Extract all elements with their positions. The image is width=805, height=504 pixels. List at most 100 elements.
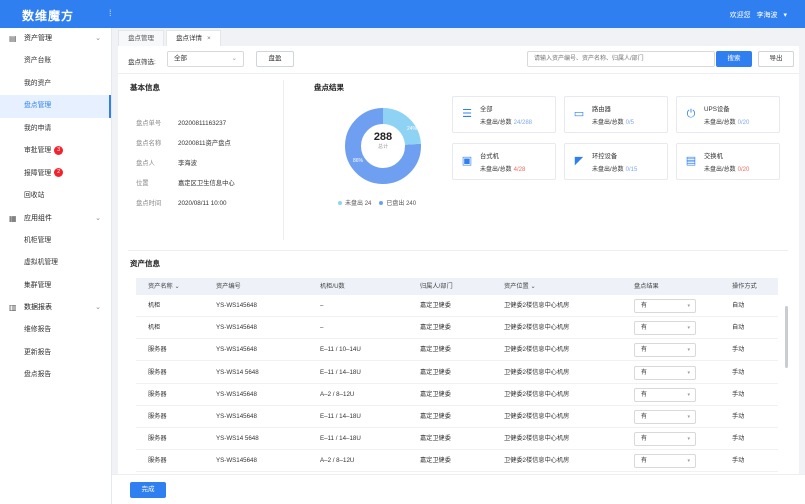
table-header-cell[interactable]: 资产名称 ⌄ [148, 278, 180, 295]
sidebar-item[interactable]: 更新报告 [0, 342, 111, 365]
table-cell: 卫健委2楼信息中心机房 [504, 324, 570, 332]
table-cell: 机柜 [148, 324, 161, 332]
done-button[interactable]: 完成 [130, 482, 166, 498]
result-select-value: 有 [641, 369, 648, 376]
switch-icon: ▤ [685, 155, 697, 167]
sidebar-item[interactable]: 我的申请 [0, 118, 111, 141]
sidebar-item[interactable]: 维修报告 [0, 319, 111, 342]
table-cell: 自动 [732, 302, 745, 309]
table-cell: – [320, 302, 324, 309]
table-cell: 手动 [732, 390, 745, 398]
stat-card-name: 台式机 [480, 153, 499, 160]
sidebar-item[interactable]: 回收站 [0, 185, 111, 208]
stat-card-value: 0/5 [625, 120, 635, 126]
sidebar-item[interactable]: 报障管理 2 [0, 163, 111, 186]
ups-plug-icon: ⏻ [686, 108, 696, 120]
table-row: 服务器 YS-WS145648 A–2 / 8–12U 嘉定卫健委 卫健委2楼信息中心机… [136, 450, 778, 473]
chevron-down-icon: ▾ [687, 303, 690, 309]
sidebar-item[interactable]: 盘点报告 [0, 364, 111, 387]
sidebar-group[interactable]: ▥ 数据报表 ⌄ [0, 297, 111, 319]
result-select-value: 有 [641, 414, 648, 420]
table-row: 服务器 YS-WS14 5648 E–11 / 14–18U 嘉定卫健委 卫健委2楼信息… [136, 362, 778, 384]
stat-card-value: 24/288 [513, 120, 533, 126]
basic-info-title: 基本信息 [130, 83, 160, 92]
table-cell: E–11 / 14–18U [320, 368, 361, 376]
result-select[interactable]: 有▾ [634, 454, 696, 469]
chevron-down-icon: ▾ [687, 458, 690, 465]
table-header-cell: 资产编号 [216, 283, 241, 290]
result-select[interactable]: 有▾ [634, 387, 696, 402]
stat-card[interactable]: ☰ 全部 未盘出/总数 24/288 [452, 96, 556, 133]
table-header-cell[interactable]: 资产位置 ⌄ [504, 278, 536, 295]
stat-card[interactable]: ⏻ UPS设备 未盘出/总数 0/20 [676, 96, 780, 133]
stat-card-name: UPS设备 [704, 106, 730, 113]
menu-collapse-icon[interactable]: ⁞ [109, 8, 112, 18]
table-cell: 嘉定卫健委 [420, 413, 451, 420]
stat-card[interactable]: ▤ 交换机 未盘出/总数 0/20 [676, 143, 780, 180]
sidebar-item[interactable]: 虚拟机管理 [0, 252, 111, 275]
done-pct-label: 86% [353, 158, 364, 164]
stat-card-name: 路由器 [592, 106, 611, 113]
sidebar-group[interactable]: ▦ 应用组件 ⌄ [0, 208, 111, 230]
legend-item: 已盘出 240 [379, 201, 416, 207]
sidebar-item-label: 回收站 [24, 192, 45, 199]
stat-card-prefix: 未盘出/总数 [704, 167, 736, 173]
sidebar-item-label: 我的申请 [24, 124, 52, 132]
info-value: 2020/08/11 10:00 [178, 200, 227, 207]
result-select-value: 有 [641, 436, 648, 443]
sidebar-item[interactable]: 盘点管理 [0, 95, 111, 118]
tab-item[interactable]: 盘点详情 × [166, 30, 221, 46]
table-cell: E–11 / 14–18U [320, 435, 361, 443]
total-label: 总计 [377, 144, 388, 150]
section-divider [128, 250, 788, 251]
result-select[interactable]: 有▾ [634, 321, 696, 336]
stat-card[interactable]: ▭ 路由器 未盘出/总数 0/5 [564, 96, 668, 133]
sidebar-item-label: 维修报告 [24, 326, 52, 333]
stat-card-prefix: 未盘出/总数 [480, 167, 512, 173]
sidebar-item[interactable]: 审批管理 3 [0, 140, 111, 163]
info-row: 位置 嘉定区卫生信息中心 [136, 178, 235, 190]
sidebar-item[interactable]: 我的资产 [0, 73, 111, 96]
search-input[interactable] [527, 51, 715, 67]
result-select[interactable]: 有▾ [634, 365, 696, 380]
sidebar-item-label: 集群管理 [24, 281, 52, 289]
result-select[interactable]: 有▾ [634, 410, 696, 424]
result-select[interactable]: 有▾ [634, 299, 696, 313]
sidebar-item[interactable]: 资产台账 [0, 50, 111, 73]
donut-center: 288 总计 [343, 131, 423, 150]
export-button[interactable]: 导出 [758, 51, 794, 67]
stat-card-name: 全部 [480, 106, 493, 113]
filter-select[interactable]: 全部 ⌄ [167, 51, 244, 67]
sidebar-item-label: 虚拟机管理 [24, 259, 58, 266]
sidebar-item[interactable]: 机柜管理 [0, 230, 111, 253]
table-scrollbar[interactable] [785, 306, 788, 368]
sidebar-group[interactable]: ▤ 资产管理 ⌄ [0, 28, 111, 50]
total-count: 288 [373, 131, 393, 143]
tab-item[interactable]: 盘点管理 [118, 30, 164, 46]
chevron-down-icon: ▾ [687, 369, 690, 376]
chevron-down-icon: ▾ [687, 436, 690, 443]
table-cell: 服务器 [148, 457, 167, 465]
app-component-icon: ▦ [9, 213, 17, 223]
filter-bar: 盘点筛选: 全部 ⌄ 盘盈 搜索 导出 [118, 46, 799, 74]
stat-card[interactable]: ◤ 环控设备 未盘出/总数 0/15 [564, 143, 668, 180]
table-header-cell: 归属人/部门 [420, 283, 453, 290]
search-button[interactable]: 搜索 [716, 51, 752, 67]
stat-card[interactable]: ▣ 台式机 未盘出/总数 4/28 [452, 143, 556, 180]
result-select[interactable]: 有▾ [634, 432, 696, 447]
stat-card-prefix: 未盘出/总数 [704, 120, 736, 126]
sidebar-item[interactable]: 集群管理 [0, 275, 111, 298]
table-cell: A–2 / 8–12U [320, 390, 355, 398]
close-icon[interactable]: × [207, 35, 211, 42]
table-cell: 卫健委2楼信息中心机房 [504, 368, 570, 376]
user-menu[interactable]: 欢迎您 李海波 ▾ [726, 10, 787, 20]
table-cell: YS-WS14 5648 [216, 435, 259, 443]
table-cell: YS-WS14 5648 [216, 368, 259, 376]
result-select[interactable]: 有▾ [634, 343, 696, 358]
table-header-cell: 机柜/U数 [320, 283, 345, 290]
stat-card-count: 未盘出/总数 4/28 [480, 164, 525, 173]
table-cell: YS-WS145648 [216, 457, 257, 465]
legend-label: 已盘出 [386, 201, 405, 207]
info-row: 盘点单号 20200811163237 [136, 118, 226, 130]
surplus-button[interactable]: 盘盈 [256, 51, 294, 67]
